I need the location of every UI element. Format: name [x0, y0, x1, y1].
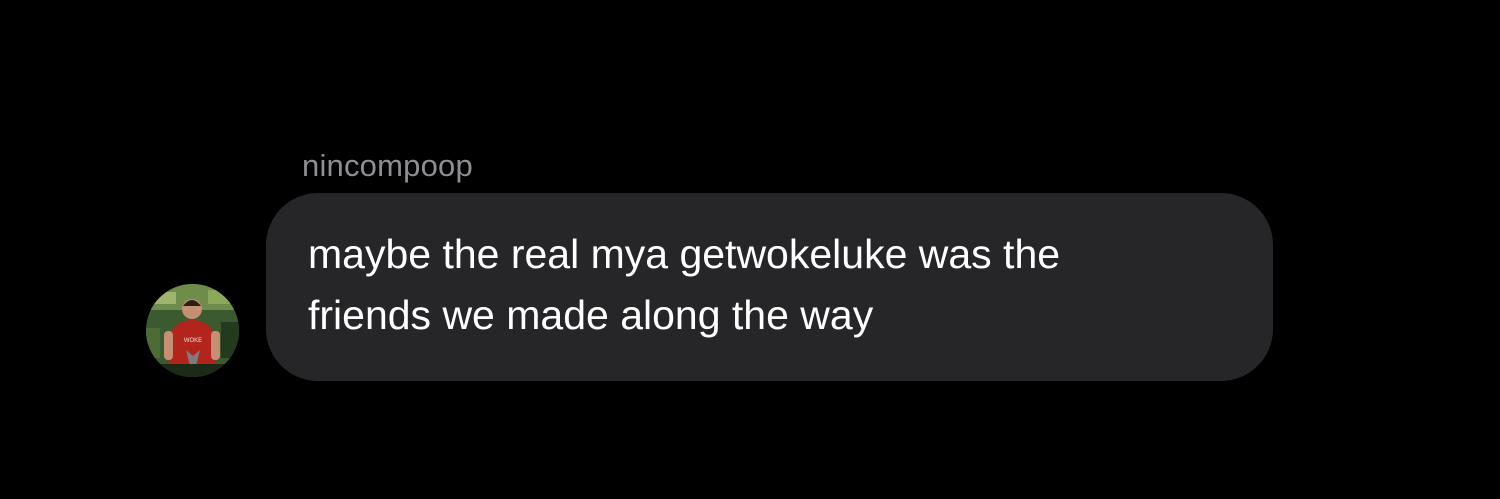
avatar[interactable]: WOKE: [146, 284, 239, 377]
message-bubble[interactable]: maybe the real mya getwokeluke was the f…: [266, 193, 1273, 381]
message-group: nincompoop WOKE maybe the real mya getwo…: [0, 0, 1500, 499]
sender-name: nincompoop: [302, 148, 473, 183]
avatar-shirt-text: WOKE: [184, 338, 202, 344]
profile-photo-avatar-icon: WOKE: [146, 284, 239, 377]
message-text: maybe the real mya getwokeluke was the f…: [308, 231, 1061, 338]
